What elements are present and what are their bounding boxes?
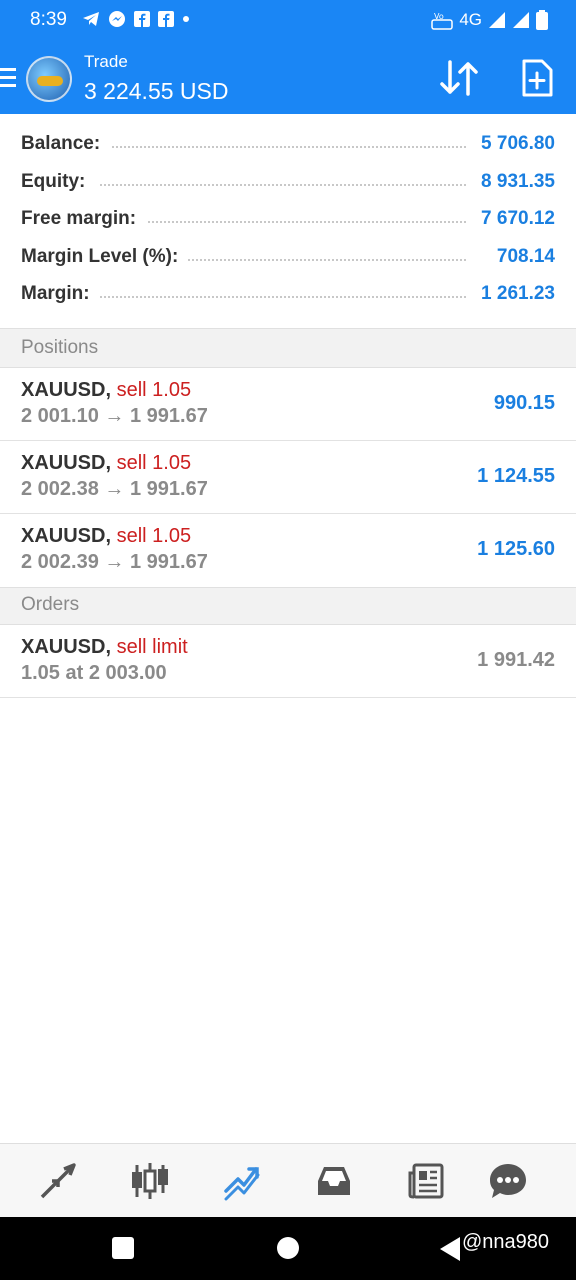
- order-price: 1 991.42: [477, 649, 555, 671]
- position-row[interactable]: XAUUSD, sell 1.05 2 001.10 → 1 991.67 99…: [0, 368, 576, 441]
- position-symbol: XAUUSD,: [21, 379, 112, 401]
- telegram-icon: [83, 12, 99, 26]
- nav-chat[interactable]: [486, 1160, 530, 1202]
- summary-value: 8 931.35: [471, 170, 555, 193]
- home-button[interactable]: [277, 1237, 299, 1259]
- messenger-icon: [109, 11, 125, 27]
- recents-button[interactable]: [112, 1237, 134, 1259]
- quotes-icon: [40, 1163, 76, 1199]
- account-summary: Balance: 5 706.80 Equity: 8 931.35 Free …: [0, 126, 576, 314]
- summary-equity: Equity: 8 931.35: [0, 164, 576, 202]
- new-order-icon[interactable]: [520, 58, 554, 98]
- summary-balance: Balance: 5 706.80: [0, 126, 576, 164]
- position-prices: 2 002.38 → 1 991.67: [21, 478, 208, 500]
- summary-margin: Margin: 1 261.23: [0, 276, 576, 314]
- notification-icons: [82, 10, 190, 28]
- summary-value: 5 706.80: [471, 133, 555, 155]
- status-time: 8:39: [30, 9, 67, 30]
- bottom-navigation: [0, 1143, 576, 1217]
- app-bar: Trade 3 224.55 USD: [0, 44, 576, 114]
- sort-icon[interactable]: [438, 58, 480, 98]
- volte-icon: Vo: [431, 12, 454, 30]
- position-side: sell 1.05: [116, 525, 192, 547]
- position-row[interactable]: XAUUSD, sell 1.05 2 002.39 → 1 991.67 1 …: [0, 514, 576, 587]
- section-title: Positions: [21, 337, 99, 358]
- summary-margin-level: Margin Level (%): 708.14: [0, 239, 576, 277]
- facebook-icon: [134, 11, 150, 27]
- order-row[interactable]: XAUUSD, sell limit 1.05 at 2 003.00 1 99…: [0, 625, 576, 698]
- summary-label: Free margin:: [21, 208, 147, 230]
- position-profit: 1 124.55: [477, 465, 555, 487]
- dot-icon: [183, 16, 189, 22]
- nav-news[interactable]: [404, 1160, 448, 1202]
- facebook-icon: [158, 11, 174, 27]
- position-prices: 2 002.39 → 1 991.67: [21, 551, 208, 573]
- summary-free-margin: Free margin: 7 670.12: [0, 201, 576, 239]
- history-icon: [318, 1167, 350, 1195]
- summary-label: Equity:: [21, 170, 96, 193]
- nav-history[interactable]: [312, 1160, 356, 1202]
- top-bar: 8:39 Vo 4G Trade 3 224.55 USD: [0, 0, 576, 114]
- profit-total: 3 224.55 USD: [84, 78, 229, 104]
- position-profit: 1 125.60: [477, 538, 555, 560]
- menu-button[interactable]: [0, 68, 16, 90]
- order-side: sell limit: [116, 636, 188, 658]
- chart-icon: [132, 1163, 168, 1199]
- signal-icon: [489, 12, 505, 28]
- signal-icon: [513, 12, 529, 28]
- metatrader-logo: [26, 56, 72, 102]
- system-icons: Vo 4G: [431, 10, 548, 30]
- position-side: sell 1.05: [116, 452, 192, 474]
- page-title: Trade: [84, 52, 128, 71]
- status-bar: 8:39 Vo 4G: [0, 0, 576, 44]
- network-type: 4G: [459, 10, 482, 29]
- summary-value: 7 670.12: [471, 208, 555, 230]
- back-button[interactable]: [440, 1237, 460, 1261]
- order-symbol: XAUUSD,: [21, 636, 112, 658]
- position-symbol: XAUUSD,: [21, 525, 112, 547]
- summary-label: Margin:: [21, 283, 100, 305]
- order-detail: 1.05 at 2 003.00: [21, 662, 167, 684]
- system-nav-bar: @nna980: [0, 1217, 576, 1280]
- position-profit: 990.15: [493, 392, 555, 414]
- summary-value: 1 261.23: [471, 283, 555, 305]
- orders-header: Orders: [0, 587, 576, 625]
- watermark: @nna980: [462, 1231, 550, 1253]
- positions-header: Positions: [0, 328, 576, 368]
- svg-text:Vo: Vo: [434, 12, 444, 21]
- battery-icon: [536, 10, 548, 30]
- chat-icon: [490, 1164, 526, 1198]
- nav-trade[interactable]: [220, 1160, 264, 1202]
- trade-icon: [224, 1167, 260, 1201]
- nav-chart[interactable]: [128, 1160, 172, 1202]
- position-row[interactable]: XAUUSD, sell 1.05 2 002.38 → 1 991.67 1 …: [0, 441, 576, 514]
- news-icon: [408, 1163, 444, 1199]
- section-title: Orders: [21, 594, 80, 615]
- summary-label: Margin Level (%):: [21, 245, 189, 268]
- position-symbol: XAUUSD,: [21, 452, 112, 474]
- position-prices: 2 001.10 → 1 991.67: [21, 405, 208, 427]
- nav-quotes[interactable]: [36, 1160, 80, 1202]
- position-side: sell 1.05: [116, 379, 192, 401]
- summary-label: Balance:: [21, 133, 111, 155]
- summary-value: 708.14: [486, 245, 555, 268]
